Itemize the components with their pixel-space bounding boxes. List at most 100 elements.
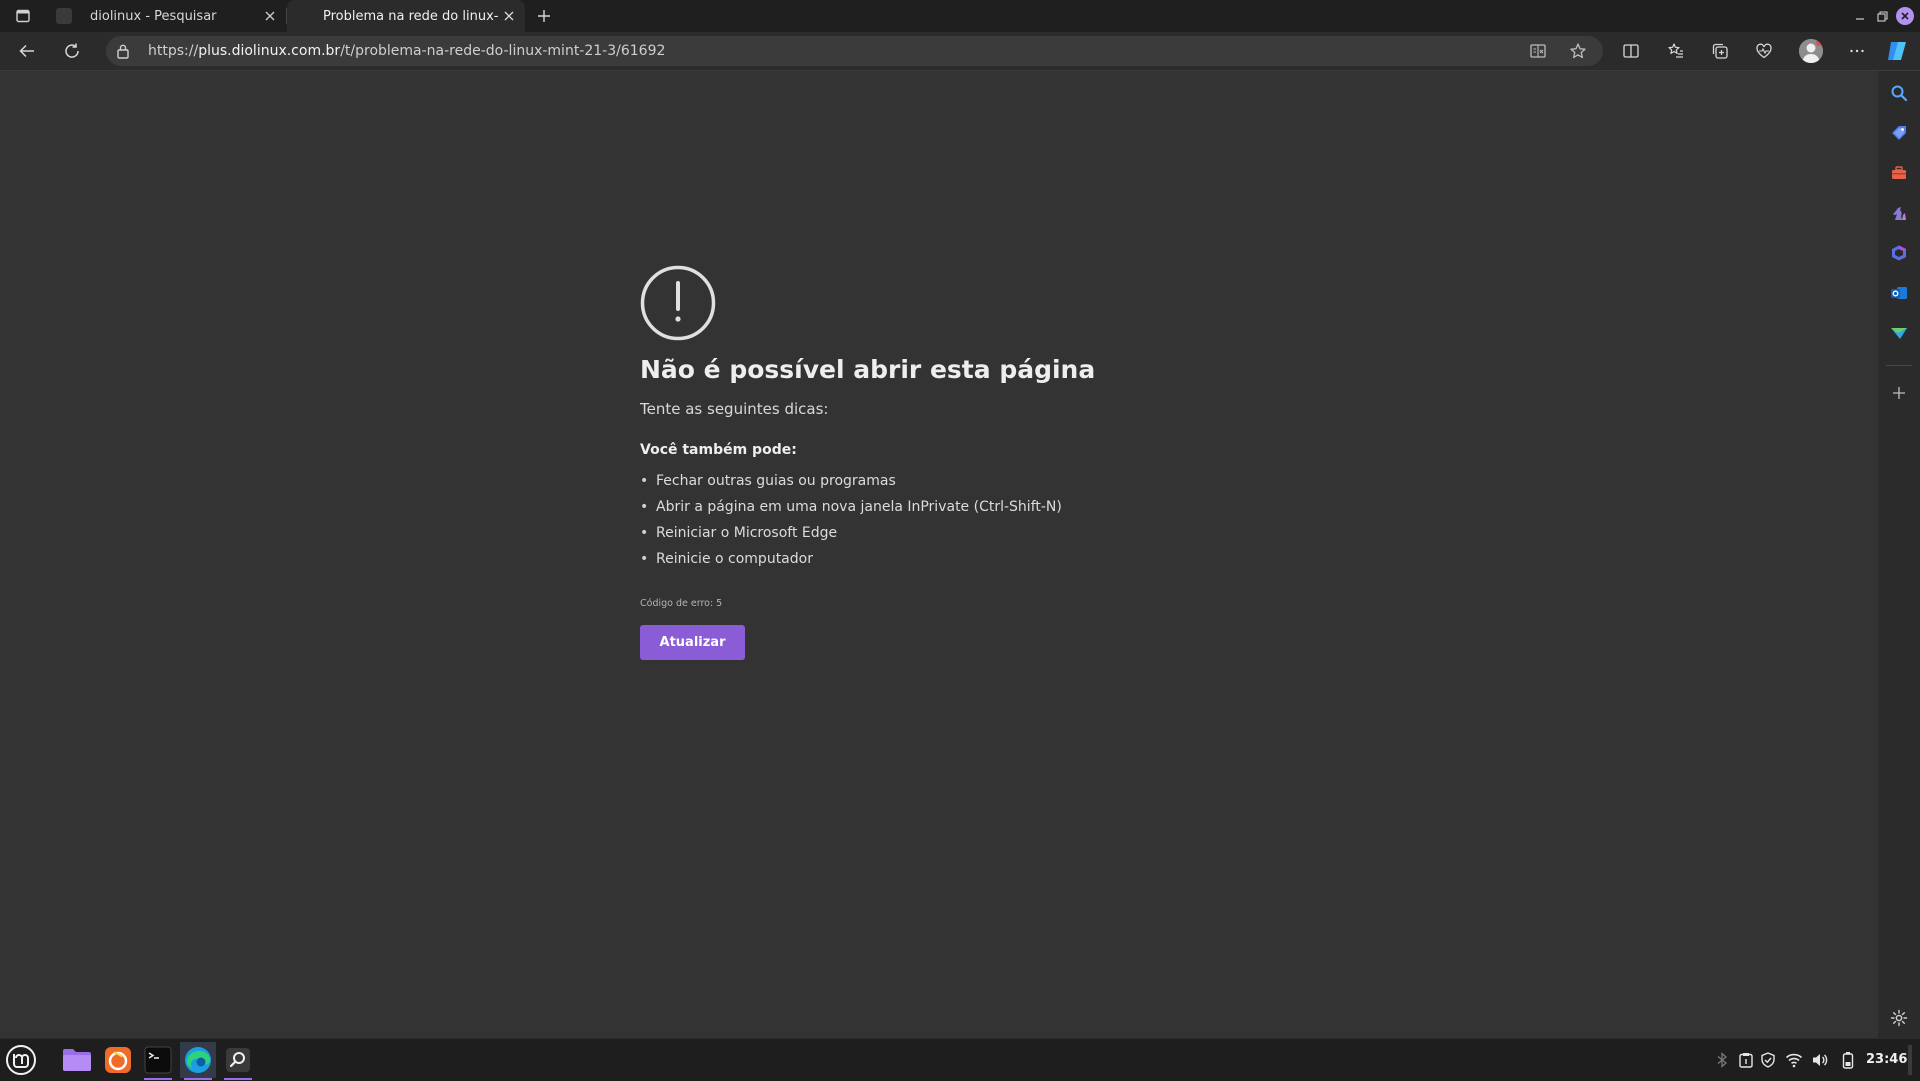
tray-security-button[interactable] [1758,1050,1778,1070]
list-item: Fechar outras guias ou programas [640,468,1260,494]
shield-icon [1761,1052,1775,1068]
taskbar-terminal-button[interactable] [140,1042,176,1080]
more-icon [1850,49,1864,53]
tab-strip: diolinux - Pesquisar Problema na rede do… [0,0,1920,32]
search-icon [1891,85,1908,102]
tab-problema-na-rede[interactable]: Problema na rede do linux-mi [287,0,525,32]
sidebar-separator [1886,365,1912,366]
taskbar-search-button[interactable] [220,1042,256,1080]
tray-bluetooth-button[interactable] [1712,1050,1732,1070]
sidebar-drop-button[interactable] [1887,321,1911,345]
immersive-reader-icon [1530,44,1546,58]
sidebar-shopping-button[interactable] [1887,121,1911,145]
sidebar-office-button[interactable] [1887,241,1911,265]
magnifier-icon [226,1048,250,1072]
tab-diolinux-pesquisar[interactable]: diolinux - Pesquisar [46,0,287,32]
shopping-tag-icon [1892,126,1906,140]
favorite-star-button[interactable] [1567,40,1589,62]
copilot-button[interactable] [1885,39,1909,63]
error-panel: Não é possível abrir esta página Tente a… [640,265,1260,660]
url-path: /t/problema-na-rede-do-linux-mint-21-3/6… [340,43,666,59]
tray-volume-button[interactable] [1810,1050,1830,1070]
paper-plane-icon [1891,328,1907,339]
taskbar-files-button[interactable] [59,1042,95,1078]
tab-close-button[interactable] [499,6,519,26]
tray-battery-button[interactable] [1838,1050,1858,1070]
exclamation-icon [640,265,716,341]
sidebar-settings-button[interactable] [1887,1006,1911,1030]
split-screen-icon [1623,44,1639,58]
address-bar[interactable]: https://plus.diolinux.com.br/t/problema-… [106,36,1603,66]
list-item: Abrir a página em uma nova janela InPriv… [640,494,1260,520]
url-scheme: https:// [148,43,199,59]
new-tab-button[interactable] [533,5,555,27]
speaker-icon [1813,1054,1828,1066]
refresh-button[interactable] [60,39,84,63]
settings-and-more-button[interactable] [1845,39,1869,63]
firefox-icon [105,1047,131,1073]
browser-essentials-button[interactable] [1752,39,1776,63]
tab-close-button[interactable] [260,6,280,26]
minimize-icon [1856,18,1864,20]
close-icon [1901,12,1909,20]
toolbox-icon [1892,166,1906,179]
refresh-page-button[interactable]: Atualizar [640,625,745,660]
mint-menu-button[interactable] [3,1042,39,1078]
edge-sidebar [1878,71,1920,1038]
sidebar-tools-button[interactable] [1887,161,1911,185]
plus-icon [1893,387,1905,399]
profile-avatar-button[interactable] [1799,39,1823,63]
tray-clipboard-button[interactable] [1736,1050,1756,1070]
wifi-icon [1785,1053,1803,1068]
url-text[interactable]: https://plus.diolinux.com.br/t/problema-… [148,43,665,59]
taskbar-firefox-button[interactable] [100,1042,136,1078]
immersive-reader-button[interactable] [1527,40,1549,62]
clipboard-icon [1739,1053,1753,1068]
gear-icon [1890,1009,1908,1027]
tray-network-button[interactable] [1784,1050,1804,1070]
sidebar-games-button[interactable] [1887,201,1911,225]
edge-browser-icon [185,1047,211,1073]
back-button[interactable] [15,39,39,63]
show-desktop-button[interactable] [1908,1045,1912,1075]
collections-icon [1712,43,1728,59]
error-code: Código de erro: 5 [640,598,723,609]
heart-pulse-icon [1756,43,1772,59]
page-content: Não é possível abrir esta página Tente a… [0,71,1878,1038]
maximize-button[interactable] [1873,7,1891,25]
tab-actions-button[interactable] [12,6,34,26]
bluetooth-icon [1717,1052,1728,1068]
battery-icon [1842,1052,1854,1069]
list-item: Reinicie o computador [640,546,1260,572]
copilot-icon [1888,42,1906,60]
lock-icon[interactable] [116,43,130,59]
taskbar-clock[interactable]: 23:46 [1866,1052,1907,1067]
error-subtitle: Tente as seguintes dicas: [640,400,829,418]
list-item: Reiniciar o Microsoft Edge [640,520,1260,546]
sidebar-search-button[interactable] [1887,81,1911,105]
taskbar-edge-button[interactable] [180,1042,216,1080]
refresh-icon [65,43,79,58]
microsoft-365-icon [1892,245,1906,261]
sidebar-outlook-button[interactable] [1887,281,1911,305]
close-window-button[interactable] [1896,7,1914,25]
folder-icon [63,1049,91,1071]
chess-piece-icon [1893,207,1906,220]
split-screen-button[interactable] [1619,39,1643,63]
tips-list: Fechar outras guias ou programas Abrir a… [640,468,1260,572]
favorites-list-icon [1668,43,1683,58]
tab-favicon-icon [56,8,72,24]
toolbar: https://plus.diolinux.com.br/t/problema-… [0,32,1920,71]
outlook-icon [1891,287,1907,299]
tab-title: diolinux - Pesquisar [90,8,217,24]
avatar-icon [1799,39,1823,63]
minimize-button[interactable] [1851,7,1869,25]
tab-actions-icon [16,9,30,23]
arrow-left-icon [19,44,34,58]
close-icon [504,11,514,21]
collections-button[interactable] [1708,39,1732,63]
favorites-button[interactable] [1664,39,1688,63]
tab-title: Problema na rede do linux-mi [323,8,499,24]
page-title: Não é possível abrir esta página [640,355,1096,384]
sidebar-add-button[interactable] [1887,381,1911,405]
